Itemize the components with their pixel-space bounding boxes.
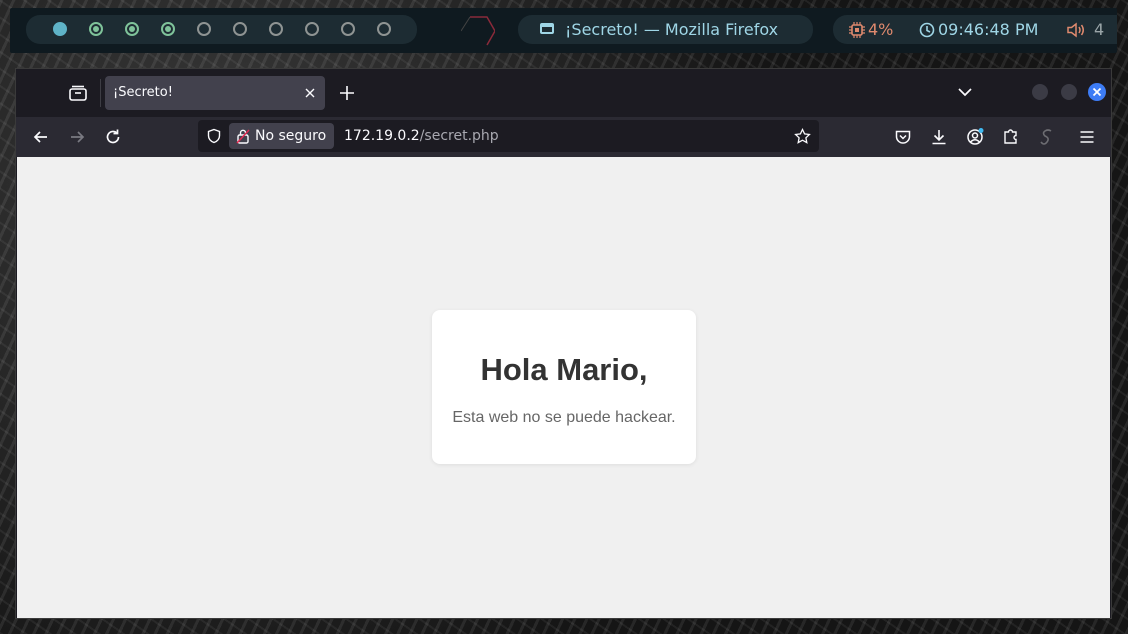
minimize-button[interactable] — [1032, 84, 1048, 100]
workspace-2-indicator[interactable] — [89, 22, 103, 36]
clock-value: 09:46:48 PM — [938, 20, 1039, 39]
extensions-icon[interactable] — [1001, 127, 1021, 147]
url-bar[interactable]: No seguro 172.19.0.2/secret.php — [198, 120, 819, 152]
page-content: Hola Mario, Esta web no se puede hackear… — [17, 157, 1110, 618]
firefox-window: ¡Secreto! No seguro 172.19.0.2/secret.ph… — [15, 68, 1112, 619]
navigation-toolbar: No seguro 172.19.0.2/secret.php — [16, 117, 1111, 157]
url-text[interactable]: 172.19.0.2/secret.php — [344, 120, 499, 152]
close-tab-icon[interactable] — [303, 86, 317, 100]
reload-icon[interactable] — [103, 127, 123, 147]
tab-separator — [100, 79, 101, 107]
workspace-switcher — [26, 15, 417, 44]
forward-icon[interactable] — [67, 127, 87, 147]
volume-icon — [1067, 22, 1084, 38]
star-icon[interactable] — [794, 128, 811, 145]
extension-s-icon[interactable] — [1037, 127, 1057, 147]
cpu-indicator: 4% — [849, 15, 893, 44]
url-host: 172.19.0.2 — [344, 128, 420, 144]
page-message: Esta web no se puede hackear. — [452, 409, 676, 426]
window-title-text: ¡Secreto! — Mozilla Firefox — [565, 20, 779, 39]
clock-icon — [919, 22, 935, 38]
workspace-7-indicator[interactable] — [269, 22, 283, 36]
close-icon — [1092, 87, 1102, 97]
workspace-6-indicator[interactable] — [233, 22, 247, 36]
firefox-view-button[interactable] — [66, 81, 90, 105]
cpu-icon — [849, 22, 865, 38]
workspace-1-indicator[interactable] — [53, 22, 67, 36]
security-label: No seguro — [255, 128, 327, 144]
workspace-10-indicator[interactable] — [377, 22, 391, 36]
cpu-value: 4% — [868, 20, 894, 39]
system-status: 4% 09:46:48 PM 4 — [833, 15, 1117, 44]
download-icon[interactable] — [929, 127, 949, 147]
maximize-button[interactable] — [1061, 84, 1077, 100]
menu-icon[interactable] — [1077, 127, 1097, 147]
new-tab-icon[interactable] — [337, 83, 357, 103]
account-icon[interactable] — [965, 127, 985, 147]
tab-bar: ¡Secreto! — [16, 69, 1111, 117]
workspace-9-indicator[interactable] — [341, 22, 355, 36]
site-security-button[interactable]: No seguro — [229, 123, 335, 149]
workspace-8-indicator[interactable] — [305, 22, 319, 36]
window-icon — [540, 23, 554, 34]
workspace-5-indicator[interactable] — [197, 22, 211, 36]
workspace-4-indicator[interactable] — [161, 22, 175, 36]
active-window-title: ¡Secreto! — Mozilla Firefox — [518, 15, 813, 44]
tabs-icon — [69, 85, 87, 101]
tab-title: ¡Secreto! — [113, 85, 173, 100]
diamond-logo-icon — [461, 14, 495, 48]
list-all-tabs-icon[interactable] — [956, 83, 974, 101]
message-card: Hola Mario, Esta web no se puede hackear… — [432, 310, 696, 464]
workspace-3-indicator[interactable] — [125, 22, 139, 36]
back-icon[interactable] — [31, 127, 51, 147]
volume-value: 4 — [1094, 20, 1105, 39]
volume-control[interactable]: 4 — [1067, 15, 1104, 44]
shield-icon[interactable] — [206, 128, 222, 144]
clock: 09:46:48 PM — [919, 15, 1038, 44]
page-heading: Hola Mario, — [480, 352, 648, 387]
tab-secreto[interactable]: ¡Secreto! — [105, 76, 325, 110]
close-window-button[interactable] — [1088, 83, 1106, 101]
lock-icon — [236, 129, 250, 144]
status-bar: ¡Secreto! — Mozilla Firefox 4% 09:46:48 … — [10, 8, 1117, 53]
url-path: /secret.php — [419, 128, 499, 144]
pocket-icon[interactable] — [893, 127, 913, 147]
